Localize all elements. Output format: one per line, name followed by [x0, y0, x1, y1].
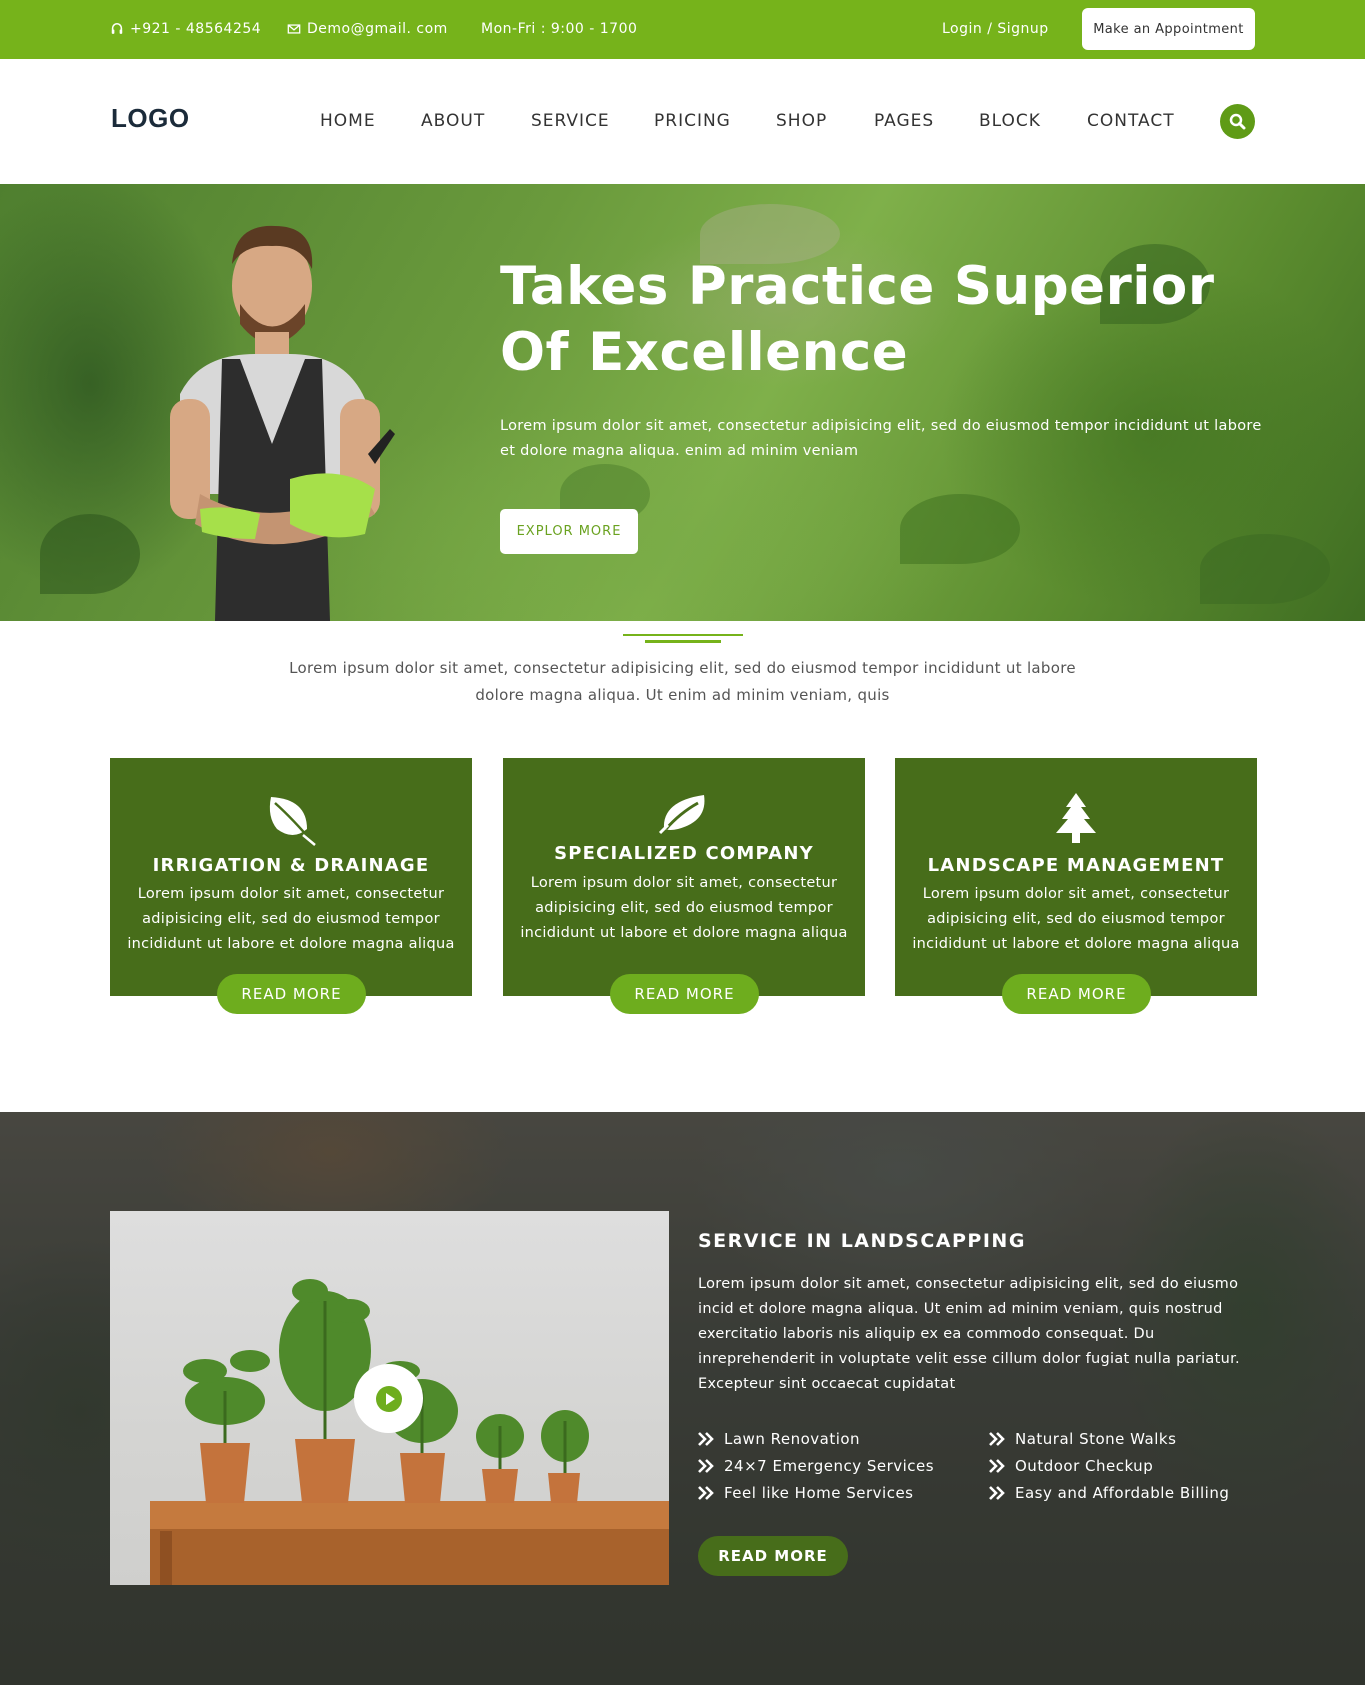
- foliage-decor: [40, 514, 140, 594]
- hero-title-line2: Of Excellence: [500, 322, 909, 383]
- hero-text: Lorem ipsum dolor sit amet, consectetur …: [500, 418, 1262, 459]
- card-read-more-button[interactable]: READ MORE: [610, 974, 759, 1014]
- feature-item: Lawn Renovation: [698, 1430, 860, 1448]
- phone-number: +921 - 48564254: [130, 21, 262, 37]
- nav-shop[interactable]: SHOP: [776, 111, 827, 131]
- play-button[interactable]: [354, 1364, 423, 1433]
- page: +921 - 48564254 Demo@gmail. com Mon-Fri …: [0, 0, 1365, 1685]
- gardener-image: [170, 225, 395, 621]
- card-read-more-button[interactable]: READ MORE: [217, 974, 366, 1014]
- search-icon: [1229, 113, 1246, 130]
- card-title: IRRIGATION & DRAINAGE: [152, 855, 430, 876]
- logo[interactable]: LOGO: [111, 103, 190, 134]
- card-title: SPECIALIZED COMPANY: [554, 843, 814, 864]
- potted-plants-video[interactable]: [110, 1211, 669, 1585]
- nav-block[interactable]: BLOCK: [979, 111, 1041, 131]
- card-read-more-button[interactable]: READ MORE: [1002, 974, 1151, 1014]
- feature-item: Easy and Affordable Billing: [989, 1484, 1229, 1502]
- hero-title: Takes Practice Superior Of Excellence: [500, 254, 1260, 386]
- section-divider-accent: [645, 640, 721, 643]
- section-divider: [623, 634, 743, 636]
- double-chevron-icon: [989, 1486, 1005, 1500]
- feature-label: 24×7 Emergency Services: [724, 1457, 935, 1475]
- hero-title-line1: Takes Practice Superior: [500, 256, 1215, 317]
- double-chevron-icon: [989, 1459, 1005, 1473]
- feature-label: Feel like Home Services: [724, 1484, 914, 1502]
- service-card-irrigation: IRRIGATION & DRAINAGE Lorem ipsum dolor …: [110, 758, 472, 1014]
- main-nav: LOGO HOME ABOUT SERVICE PRICING SHOP PAG…: [0, 59, 1365, 184]
- envelope-icon: [287, 24, 301, 34]
- nav-home[interactable]: HOME: [320, 111, 376, 131]
- nav-service[interactable]: SERVICE: [531, 111, 610, 131]
- opening-hours: Mon-Fri : 9:00 - 1700: [481, 21, 637, 37]
- feature-item: Outdoor Checkup: [989, 1457, 1153, 1475]
- landscaping-text: Lorem ipsum dolor sit amet, consectetur …: [698, 1276, 1240, 1392]
- service-card-specialized: SPECIALIZED COMPANY Lorem ipsum dolor si…: [503, 758, 865, 1014]
- nav-pages[interactable]: PAGES: [874, 111, 934, 131]
- feature-label: Easy and Affordable Billing: [1015, 1484, 1230, 1502]
- email-info[interactable]: Demo@gmail. com: [287, 21, 448, 37]
- phone-info: +921 - 48564254: [110, 21, 261, 37]
- feature-label: Lawn Renovation: [724, 1430, 861, 1448]
- intro-text: Lorem ipsum dolor sit amet, consectetur …: [289, 659, 1076, 704]
- login-signup-label: Login / Signup: [942, 21, 1049, 37]
- hero-banner: Takes Practice Superior Of Excellence Lo…: [0, 184, 1365, 621]
- nav-contact[interactable]: CONTACT: [1087, 111, 1175, 131]
- feature-item: 24×7 Emergency Services: [698, 1457, 934, 1475]
- feature-label: Outdoor Checkup: [1015, 1457, 1154, 1475]
- landscaping-read-more-button[interactable]: READ MORE: [698, 1536, 848, 1576]
- feature-label: Natural Stone Walks: [1015, 1430, 1177, 1448]
- double-chevron-icon: [698, 1459, 714, 1473]
- make-appointment-button[interactable]: Make an Appointment: [1082, 8, 1255, 50]
- landscaping-section: SERVICE IN LANDSCAPPING Lorem ipsum dolo…: [0, 1112, 1365, 1685]
- leaf-icon: [269, 797, 316, 846]
- foliage-decor: [900, 494, 1020, 564]
- nav-about[interactable]: ABOUT: [421, 111, 485, 131]
- double-chevron-icon: [698, 1486, 714, 1500]
- card-text: Lorem ipsum dolor sit amet, consectetur …: [127, 886, 455, 952]
- service-card-landscape: LANDSCAPE MANAGEMENT Lorem ipsum dolor s…: [895, 758, 1257, 1014]
- search-button[interactable]: [1220, 104, 1255, 139]
- card-text: Lorem ipsum dolor sit amet, consectetur …: [520, 875, 848, 941]
- leaf-outline-icon: [658, 795, 705, 835]
- headset-icon: [111, 22, 123, 34]
- email-address: Demo@gmail. com: [307, 21, 448, 37]
- landscaping-title: SERVICE IN LANDSCAPPING: [698, 1230, 1026, 1252]
- card-title: LANDSCAPE MANAGEMENT: [927, 855, 1225, 876]
- play-icon: [375, 1385, 402, 1412]
- feature-item: Feel like Home Services: [698, 1484, 914, 1502]
- explore-more-button[interactable]: EXPLOR MORE: [500, 509, 638, 554]
- nav-pricing[interactable]: PRICING: [654, 111, 731, 131]
- double-chevron-icon: [989, 1432, 1005, 1446]
- feature-item: Natural Stone Walks: [989, 1430, 1176, 1448]
- hours-text: Mon-Fri : 9:00 - 1700: [481, 21, 638, 37]
- double-chevron-icon: [698, 1432, 714, 1446]
- card-text: Lorem ipsum dolor sit amet, consectetur …: [912, 886, 1240, 952]
- login-signup-link[interactable]: Login / Signup: [942, 21, 1049, 37]
- tree-icon: [1056, 793, 1096, 843]
- foliage-decor: [1200, 534, 1330, 604]
- top-bar: +921 - 48564254 Demo@gmail. com Mon-Fri …: [0, 0, 1365, 59]
